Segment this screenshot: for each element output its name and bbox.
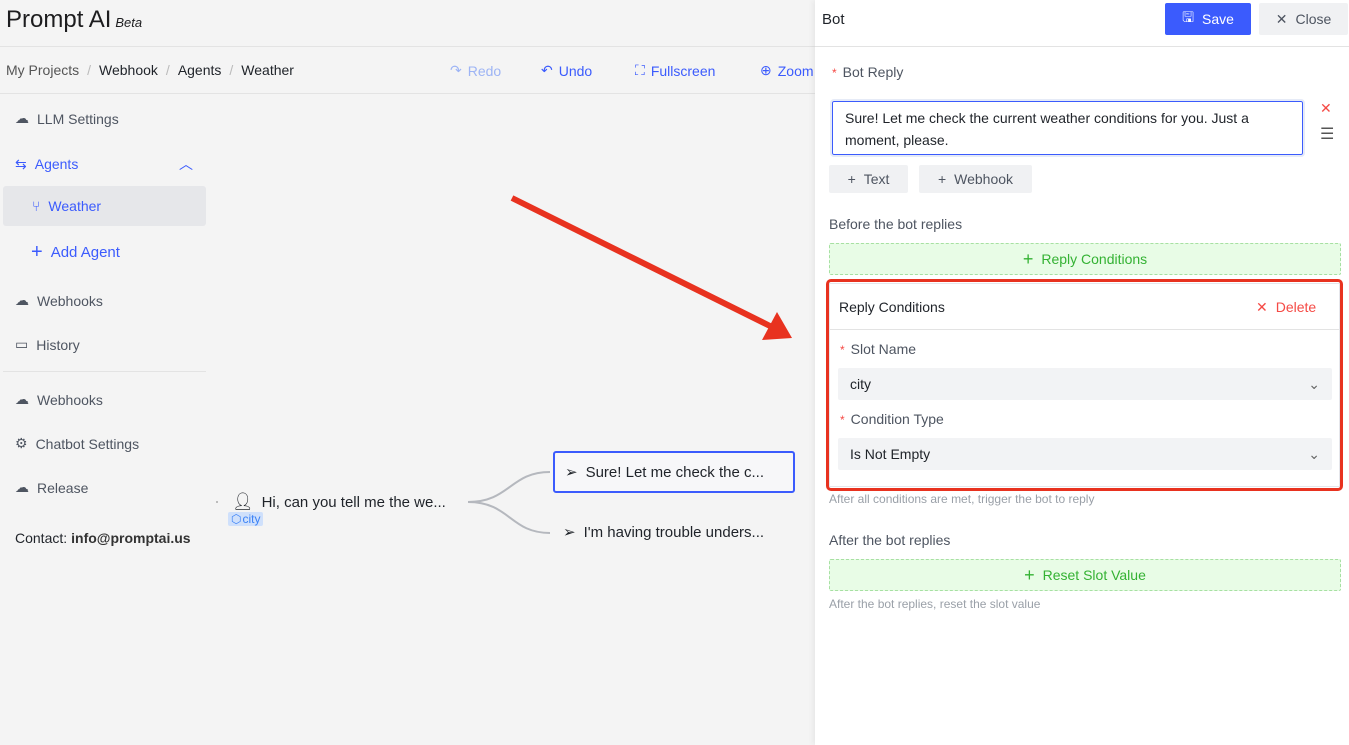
bot-node-selected[interactable]: ➢ Sure! Let me check the c...: [553, 451, 795, 493]
bot-panel: Bot 🖫 Save ✕ Close * Bot Reply Sure! Let me…: [815, 0, 1349, 745]
add-reply-conditions-button[interactable]: + Reply Conditions: [829, 243, 1341, 275]
close-icon: ✕: [1275, 10, 1288, 27]
plus-icon: +: [1024, 564, 1035, 585]
after-label: After the bot replies: [829, 532, 951, 548]
plus-icon: +: [847, 171, 856, 187]
add-text-button[interactable]: + Text: [829, 165, 908, 193]
after-help-text: After the bot replies, reset the slot va…: [829, 597, 1041, 611]
before-help-text: After all conditions are met, trigger th…: [829, 492, 1095, 506]
user-icon: 👤︎: [232, 492, 254, 511]
panel-title: Bot: [822, 11, 845, 28]
reset-slot-value-button[interactable]: + Reset Slot Value: [829, 559, 1341, 591]
user-node[interactable]: 👤︎ Hi, can you tell me the we...: [232, 492, 446, 512]
canvas-connectors: [216, 195, 792, 534]
add-webhook-button[interactable]: + Webhook: [919, 165, 1032, 193]
bot-reply-textarea[interactable]: Sure! Let me check the current weather c…: [830, 99, 1305, 157]
edge-1: [467, 471, 551, 503]
slot-icon: ⬡: [231, 512, 242, 526]
bot-node[interactable]: ➢ I'm having trouble unders...: [563, 523, 764, 542]
plus-icon: +: [937, 171, 947, 187]
edge-2: [467, 501, 551, 534]
annotation-arrow: [510, 195, 772, 329]
save-icon: 🖫: [1182, 9, 1194, 25]
close-button[interactable]: ✕ Close: [1259, 3, 1348, 35]
send-icon: ➢: [563, 524, 576, 541]
remove-reply-icon[interactable]: ✕: [1320, 100, 1332, 117]
slot-tag: ⬡ city: [228, 512, 264, 526]
before-label: Before the bot replies: [829, 216, 963, 232]
bot-reply-label: * Bot Reply: [832, 64, 904, 80]
drag-handle-icon[interactable]: ☰: [1320, 124, 1334, 144]
plus-icon: +: [1022, 248, 1034, 269]
send-icon: ➢: [565, 464, 578, 481]
save-button[interactable]: 🖫 Save: [1165, 3, 1251, 35]
annotation-highlight-box: [826, 279, 1343, 491]
